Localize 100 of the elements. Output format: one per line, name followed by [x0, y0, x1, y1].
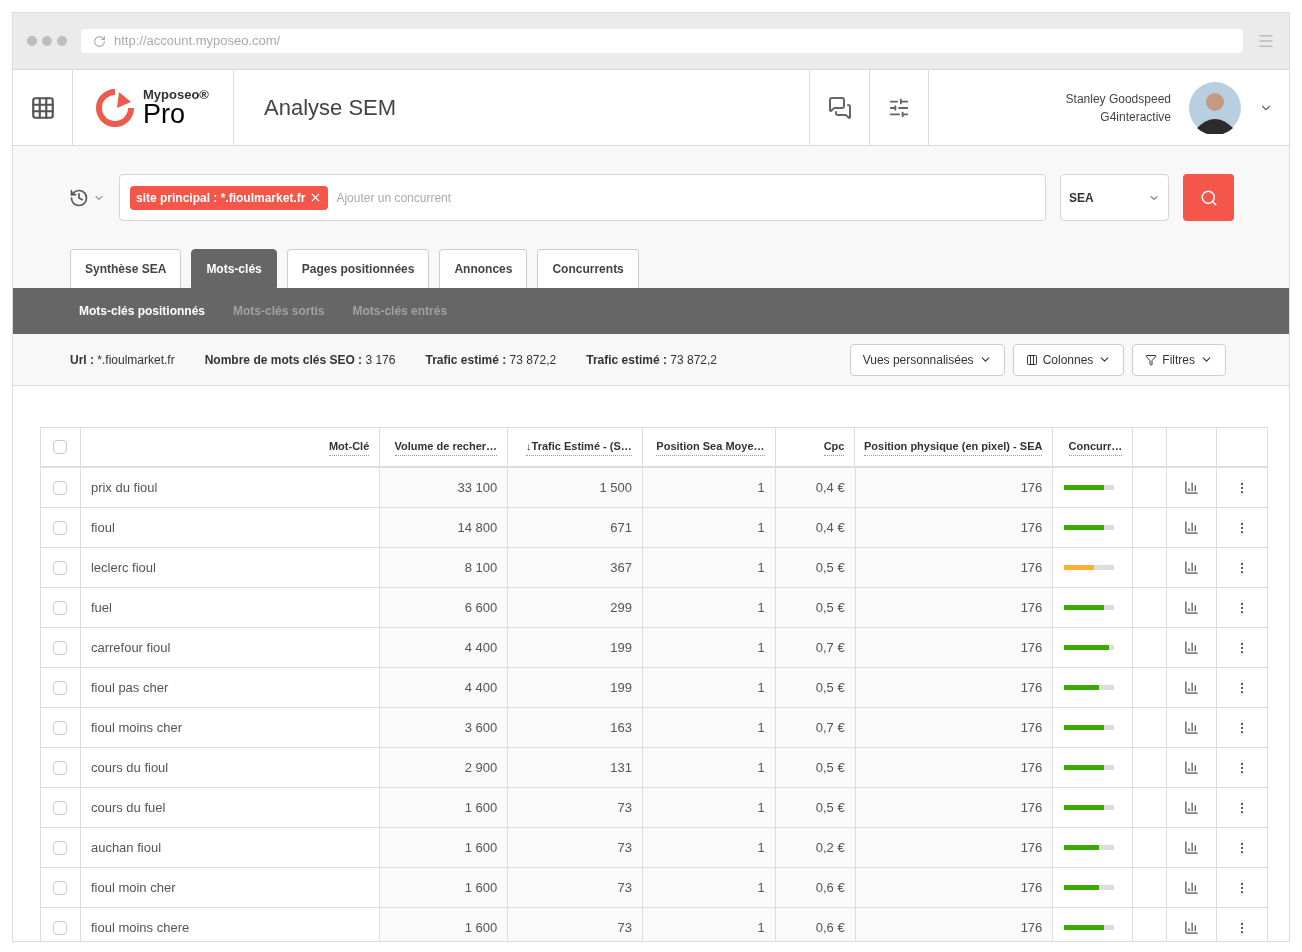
tab[interactable]: Mots-clés	[191, 249, 277, 288]
toolbar-button[interactable]: Vues personnalisées	[849, 343, 1005, 376]
table-cell-text: 2 900	[464, 758, 498, 777]
row-checkbox[interactable]	[53, 640, 68, 655]
row-checkbox[interactable]	[53, 600, 68, 615]
table-cell-text: 1	[757, 878, 765, 897]
tab[interactable]: Annonces	[439, 249, 528, 288]
chart-icon[interactable]	[1184, 600, 1200, 615]
chart-icon[interactable]	[1184, 920, 1200, 935]
column-header[interactable]: Position physique (en pixel) - SEA	[863, 438, 1043, 456]
table-cell-text: 1	[757, 718, 765, 737]
logo-brand: Myposeo®	[143, 87, 209, 101]
row-checkbox[interactable]	[53, 920, 68, 935]
table-cell-text: 176	[1020, 838, 1043, 857]
row-checkbox[interactable]	[53, 560, 68, 575]
keyword-cell-text: fioul moin cher	[90, 878, 176, 897]
logo-icon	[95, 87, 135, 128]
table-cell-text: 176	[1020, 678, 1043, 697]
table-cell-text: 1	[757, 798, 765, 817]
chart-icon[interactable]	[1184, 760, 1200, 775]
page-title: Analyse SEM	[264, 94, 397, 122]
engine-select[interactable]: SEA	[1060, 174, 1169, 221]
stat-text: Nombre de mots clés SEO : 3 176	[204, 351, 396, 369]
chat-icon[interactable]	[827, 95, 852, 120]
column-header[interactable]: Concurr…	[1068, 438, 1123, 456]
table-cell-text: 0,7 €	[815, 718, 845, 737]
competitor-input[interactable]: Ajouter un concurrent	[336, 188, 1035, 207]
table-cell-text: 0,5 €	[815, 758, 845, 777]
column-header[interactable]: Cpc	[823, 438, 845, 456]
user-avatar[interactable]	[1189, 81, 1241, 134]
window-dots-icon	[27, 36, 67, 46]
table-cell-text: 1	[757, 838, 765, 857]
table-cell-text: 199	[610, 638, 632, 657]
table-cell-text: 4 400	[464, 638, 498, 657]
chart-icon[interactable]	[1184, 640, 1200, 655]
table-cell-text: 199	[610, 678, 632, 697]
search-icon	[1199, 188, 1218, 207]
history-icon[interactable]	[69, 187, 89, 208]
table-cell-text: 176	[1020, 478, 1043, 497]
keyword-cell-text: fioul moins chere	[90, 918, 190, 937]
column-header[interactable]: Position Sea Moye…	[656, 438, 765, 456]
table-cell-text: 0,5 €	[815, 678, 845, 697]
row-checkbox[interactable]	[53, 680, 68, 695]
row-checkbox[interactable]	[53, 760, 68, 775]
table-cell-text: 1	[757, 558, 765, 577]
table-cell-text: 1	[757, 518, 765, 537]
user-company: G4interactive	[1100, 108, 1171, 126]
keyword-cell-text: fioul pas cher	[90, 678, 169, 697]
chart-icon[interactable]	[1184, 520, 1200, 535]
column-header[interactable]: Mot-Clé	[328, 438, 370, 456]
stat-text: Trafic estimé : 73 872,2	[586, 351, 717, 369]
table-cell-text: 6 600	[464, 598, 498, 617]
table-cell-text: 1	[757, 598, 765, 617]
table-cell-text: 1	[757, 478, 765, 497]
stat-text: Url : *.fioulmarket.fr	[70, 351, 175, 369]
toolbar-button[interactable]: Colonnes	[1012, 343, 1125, 376]
column-header[interactable]: Volume de recher…	[394, 438, 498, 456]
toolbar-button[interactable]: Filtres	[1132, 343, 1226, 376]
row-checkbox[interactable]	[53, 800, 68, 815]
table-cell-text: 73	[617, 878, 632, 897]
subtab[interactable]: Mots-clés positionnés	[79, 302, 206, 320]
tab[interactable]: Synthèse SEA	[70, 249, 182, 288]
chart-icon[interactable]	[1184, 840, 1200, 855]
keyword-cell-text: fuel	[90, 598, 112, 617]
keyword-cell-text: carrefour fioul	[90, 638, 171, 657]
row-checkbox[interactable]	[53, 520, 68, 535]
row-checkbox[interactable]	[53, 880, 68, 895]
row-checkbox[interactable]	[53, 480, 68, 495]
chart-icon[interactable]	[1184, 560, 1200, 575]
columns-icon	[1025, 353, 1038, 366]
chart-icon[interactable]	[1184, 880, 1200, 895]
tab[interactable]: Concurrents	[537, 249, 639, 288]
chart-icon[interactable]	[1184, 680, 1200, 695]
tab[interactable]: Pages positionnées	[286, 249, 430, 288]
table-cell-text: 299	[610, 598, 632, 617]
select-all-checkbox[interactable]	[53, 440, 68, 454]
keyword-cell-text: auchan fioul	[90, 838, 162, 857]
table-cell-text: 0,2 €	[815, 838, 845, 857]
keyword-cell-text: prix du fioul	[90, 478, 158, 497]
keyword-cell-text: cours du fuel	[90, 798, 166, 817]
table-cell-text: 0,5 €	[815, 798, 845, 817]
chart-icon[interactable]	[1184, 800, 1200, 815]
url-text: http://account.myposeo.com/	[114, 32, 281, 51]
table-cell-text: 0,5 €	[815, 558, 845, 577]
table-cell-text: 73	[617, 918, 632, 937]
apps-grid-icon[interactable]	[29, 94, 56, 121]
column-header[interactable]: ↓Trafic Estimé - (S…	[526, 438, 632, 456]
chart-icon[interactable]	[1184, 720, 1200, 735]
row-checkbox[interactable]	[53, 720, 68, 735]
table-cell-text: 73	[617, 798, 632, 817]
settings-sliders-icon[interactable]	[888, 96, 910, 119]
chart-icon[interactable]	[1184, 480, 1200, 495]
stat-text: Trafic estimé : 73 872,2	[425, 351, 557, 369]
table-cell-text: 0,5 €	[815, 598, 845, 617]
table-cell-text: 1 500	[599, 478, 632, 497]
table-cell-text: 0,6 €	[815, 878, 845, 897]
table-cell-text: 8 100	[464, 558, 498, 577]
row-checkbox[interactable]	[53, 840, 68, 855]
table-cell-text: 3 600	[464, 718, 498, 737]
table-cell-text: 0,4 €	[815, 478, 845, 497]
